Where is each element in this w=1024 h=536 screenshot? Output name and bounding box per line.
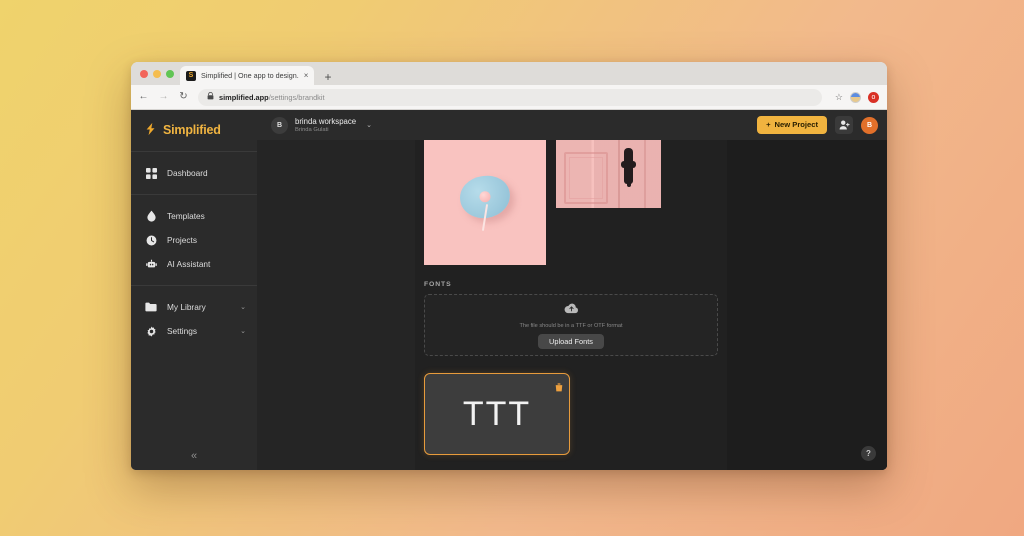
browser-actions: ☆ o <box>831 91 879 103</box>
chevron-down-icon[interactable]: ⌄ <box>240 328 246 335</box>
simplified-logo-icon <box>144 122 158 138</box>
left-pane <box>257 140 415 470</box>
help-button[interactable]: ? <box>861 446 876 461</box>
dropzone-hint: The file should be in a TTF or OTF forma… <box>519 322 623 329</box>
brandkit-panel: FONTS The file should be in a TTF or OTF… <box>415 140 727 470</box>
sidebar: Simplified Dashboard Templates Projects … <box>131 110 257 470</box>
grid-icon <box>145 167 157 179</box>
door-inner-panel-shape <box>569 157 603 199</box>
gear-icon <box>145 325 157 337</box>
workspace-owner: Brinda Gulati <box>295 127 329 133</box>
font-card[interactable]: TTT <box>424 373 570 455</box>
forward-icon[interactable]: → <box>158 92 169 102</box>
workspace-avatar: B <box>271 116 288 134</box>
new-tab-button[interactable]: + <box>324 71 331 83</box>
chevron-down-icon[interactable]: ⌄ <box>240 304 246 311</box>
font-dropzone[interactable]: The file should be in a TTF or OTF forma… <box>424 294 718 356</box>
plus-icon: + <box>766 120 771 130</box>
door-seam-shape <box>618 140 620 208</box>
upload-fonts-button[interactable]: Upload Fonts <box>538 333 604 350</box>
workspace-name: brinda workspace <box>295 117 357 126</box>
workspace-switcher[interactable]: B brinda workspace Brinda Gulati ⌄ <box>271 116 372 134</box>
address-bar[interactable]: simplified.app/settings/brandkit <box>198 88 822 106</box>
app-container: Simplified Dashboard Templates Projects … <box>131 110 887 470</box>
trash-icon[interactable] <box>555 379 563 397</box>
brand-logo[interactable]: Simplified <box>131 110 257 151</box>
sidebar-item-projects[interactable]: Projects <box>131 228 257 252</box>
cloud-upload-icon <box>564 301 579 319</box>
add-user-icon[interactable] <box>835 116 853 134</box>
brand-images <box>424 140 718 265</box>
new-project-label: New Project <box>774 120 818 130</box>
brand-name: Simplified <box>163 123 221 137</box>
robot-icon <box>145 258 157 270</box>
simplified-logo-icon: S <box>186 70 196 81</box>
url-domain: simplified.app <box>219 92 269 102</box>
drop-icon <box>145 210 157 222</box>
sidebar-item-settings[interactable]: Settings ⌄ <box>131 319 257 343</box>
address-bar-url: simplified.app/settings/brandkit <box>219 93 325 102</box>
door-seam-shape <box>644 140 646 208</box>
sidebar-group-library: My Library ⌄ Settings ⌄ <box>131 286 257 352</box>
top-bar: B brinda workspace Brinda Gulati ⌄ + New… <box>257 110 887 140</box>
door-handle-shape <box>621 148 636 187</box>
lock-icon <box>207 92 214 102</box>
chevron-down-icon[interactable]: ⌄ <box>366 122 372 129</box>
work-area: B brinda workspace Brinda Gulati ⌄ + New… <box>257 110 887 470</box>
font-preview-text: TTT <box>462 395 532 433</box>
sidebar-item-ai-assistant[interactable]: AI Assistant <box>131 252 257 276</box>
window-traffic-lights <box>138 62 180 85</box>
browser-tab-strip: S Simplified | One app to design. × + <box>131 62 887 85</box>
sidebar-group-primary: Dashboard <box>131 152 257 194</box>
sidebar-group-create: Templates Projects AI Assistant <box>131 195 257 285</box>
sidebar-item-label: Dashboard <box>167 168 208 178</box>
fonts-section-title: FONTS <box>424 281 452 288</box>
close-window-button[interactable] <box>140 69 148 78</box>
sidebar-item-label: Templates <box>167 211 205 221</box>
collapse-sidebar-button[interactable]: « <box>131 451 257 462</box>
lollipop-on-blue-plate-image[interactable] <box>424 140 546 265</box>
sidebar-item-dashboard[interactable]: Dashboard <box>131 161 257 185</box>
browser-tab[interactable]: S Simplified | One app to design. × <box>180 66 315 85</box>
close-icon[interactable]: × <box>304 71 309 80</box>
sidebar-item-templates[interactable]: Templates <box>131 204 257 228</box>
sidebar-item-my-library[interactable]: My Library ⌄ <box>131 295 257 319</box>
back-icon[interactable]: ← <box>138 92 149 102</box>
extension-badge-icon[interactable]: o <box>868 91 879 103</box>
user-avatar[interactable]: B <box>861 116 878 134</box>
minimize-window-button[interactable] <box>153 69 161 78</box>
lollipop-candy-shape <box>479 191 491 203</box>
maximize-window-button[interactable] <box>166 69 174 78</box>
sidebar-item-label: Settings <box>167 326 197 336</box>
bookmark-star-icon[interactable]: ☆ <box>835 92 843 102</box>
browser-toolbar: ← → ↻ simplified.app/settings/brandkit ☆… <box>131 85 887 110</box>
sidebar-item-label: Projects <box>167 235 197 245</box>
right-pane: ? <box>727 140 887 470</box>
reload-icon[interactable]: ↻ <box>178 92 189 102</box>
browser-window: S Simplified | One app to design. × + ← … <box>131 62 887 470</box>
browser-profile-avatar[interactable] <box>850 91 861 103</box>
sidebar-item-label: AI Assistant <box>167 259 211 269</box>
folder-icon <box>145 301 157 313</box>
clock-icon <box>145 234 157 246</box>
browser-tab-title: Simplified | One app to design. <box>201 71 299 80</box>
url-path: /settings/brandkit <box>268 92 325 102</box>
workspace-names: brinda workspace Brinda Gulati <box>295 117 356 133</box>
new-project-button[interactable]: + New Project <box>757 116 827 134</box>
sidebar-item-label: My Library <box>167 302 206 312</box>
pink-door-image[interactable] <box>556 140 661 208</box>
canvas: FONTS The file should be in a TTF or OTF… <box>257 140 887 470</box>
